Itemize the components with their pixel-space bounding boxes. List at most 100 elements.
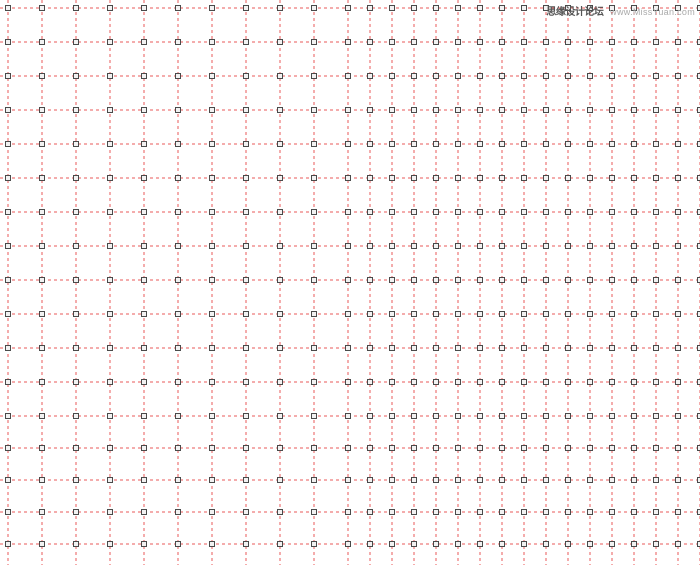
anchor-handle[interactable] xyxy=(500,74,505,79)
anchor-handle[interactable] xyxy=(610,510,615,515)
anchor-handle[interactable] xyxy=(522,542,527,547)
anchor-handle[interactable] xyxy=(632,346,637,351)
anchor-handle[interactable] xyxy=(456,210,461,215)
anchor-handle[interactable] xyxy=(244,210,249,215)
anchor-handle[interactable] xyxy=(176,446,181,451)
anchor-handle[interactable] xyxy=(108,142,113,147)
anchor-handle[interactable] xyxy=(142,478,147,483)
anchor-handle[interactable] xyxy=(390,446,395,451)
anchor-handle[interactable] xyxy=(368,6,373,11)
anchor-handle[interactable] xyxy=(456,244,461,249)
anchor-handle[interactable] xyxy=(456,542,461,547)
anchor-handle[interactable] xyxy=(566,142,571,147)
anchor-handle[interactable] xyxy=(368,414,373,419)
anchor-handle[interactable] xyxy=(368,176,373,181)
anchor-handle[interactable] xyxy=(500,108,505,113)
anchor-handle[interactable] xyxy=(176,40,181,45)
anchor-handle[interactable] xyxy=(632,74,637,79)
anchor-handle[interactable] xyxy=(588,176,593,181)
anchor-handle[interactable] xyxy=(312,478,317,483)
anchor-handle[interactable] xyxy=(588,142,593,147)
anchor-handle[interactable] xyxy=(544,510,549,515)
anchor-handle[interactable] xyxy=(544,40,549,45)
anchor-handle[interactable] xyxy=(456,142,461,147)
anchor-handle[interactable] xyxy=(434,176,439,181)
anchor-handle[interactable] xyxy=(40,244,45,249)
anchor-handle[interactable] xyxy=(434,346,439,351)
anchor-handle[interactable] xyxy=(40,510,45,515)
anchor-handle[interactable] xyxy=(108,210,113,215)
anchor-handle[interactable] xyxy=(368,542,373,547)
anchor-handle[interactable] xyxy=(456,510,461,515)
anchor-handle[interactable] xyxy=(142,510,147,515)
anchor-handle[interactable] xyxy=(566,478,571,483)
anchor-handle[interactable] xyxy=(368,108,373,113)
anchor-handle[interactable] xyxy=(654,142,659,147)
anchor-handle[interactable] xyxy=(566,108,571,113)
anchor-handle[interactable] xyxy=(142,414,147,419)
anchor-handle[interactable] xyxy=(522,414,527,419)
anchor-handle[interactable] xyxy=(632,108,637,113)
anchor-handle[interactable] xyxy=(108,414,113,419)
anchor-handle[interactable] xyxy=(74,176,79,181)
anchor-handle[interactable] xyxy=(278,446,283,451)
anchor-handle[interactable] xyxy=(390,142,395,147)
anchor-handle[interactable] xyxy=(278,478,283,483)
anchor-handle[interactable] xyxy=(278,74,283,79)
anchor-handle[interactable] xyxy=(368,446,373,451)
anchor-handle[interactable] xyxy=(654,446,659,451)
anchor-handle[interactable] xyxy=(244,6,249,11)
anchor-handle[interactable] xyxy=(500,446,505,451)
anchor-handle[interactable] xyxy=(610,414,615,419)
anchor-handle[interactable] xyxy=(676,108,681,113)
anchor-handle[interactable] xyxy=(434,6,439,11)
anchor-handle[interactable] xyxy=(566,446,571,451)
anchor-handle[interactable] xyxy=(544,478,549,483)
anchor-handle[interactable] xyxy=(210,176,215,181)
anchor-handle[interactable] xyxy=(500,278,505,283)
anchor-handle[interactable] xyxy=(346,74,351,79)
perspective-grid-canvas[interactable] xyxy=(0,0,700,565)
anchor-handle[interactable] xyxy=(346,6,351,11)
anchor-handle[interactable] xyxy=(142,346,147,351)
anchor-handle[interactable] xyxy=(588,312,593,317)
anchor-handle[interactable] xyxy=(654,278,659,283)
anchor-handle[interactable] xyxy=(244,446,249,451)
anchor-handle[interactable] xyxy=(6,244,11,249)
anchor-handle[interactable] xyxy=(588,446,593,451)
anchor-handle[interactable] xyxy=(346,346,351,351)
anchor-handle[interactable] xyxy=(676,446,681,451)
anchor-handle[interactable] xyxy=(588,478,593,483)
anchor-handle[interactable] xyxy=(40,414,45,419)
anchor-handle[interactable] xyxy=(500,414,505,419)
anchor-handle[interactable] xyxy=(610,244,615,249)
anchor-handle[interactable] xyxy=(368,510,373,515)
anchor-handle[interactable] xyxy=(390,510,395,515)
anchor-handle[interactable] xyxy=(676,346,681,351)
anchor-handle[interactable] xyxy=(312,108,317,113)
anchor-handle[interactable] xyxy=(610,346,615,351)
anchor-handle[interactable] xyxy=(588,346,593,351)
anchor-handle[interactable] xyxy=(6,210,11,215)
anchor-handle[interactable] xyxy=(412,312,417,317)
anchor-handle[interactable] xyxy=(478,278,483,283)
anchor-handle[interactable] xyxy=(108,40,113,45)
anchor-handle[interactable] xyxy=(6,312,11,317)
anchor-handle[interactable] xyxy=(478,108,483,113)
anchor-handle[interactable] xyxy=(312,312,317,317)
anchor-handle[interactable] xyxy=(74,74,79,79)
anchor-handle[interactable] xyxy=(522,478,527,483)
anchor-handle[interactable] xyxy=(434,40,439,45)
anchor-handle[interactable] xyxy=(412,510,417,515)
anchor-handle[interactable] xyxy=(610,74,615,79)
anchor-handle[interactable] xyxy=(412,244,417,249)
anchor-handle[interactable] xyxy=(588,40,593,45)
anchor-handle[interactable] xyxy=(676,278,681,283)
anchor-handle[interactable] xyxy=(566,312,571,317)
anchor-handle[interactable] xyxy=(676,312,681,317)
anchor-handle[interactable] xyxy=(434,414,439,419)
anchor-handle[interactable] xyxy=(244,510,249,515)
anchor-handle[interactable] xyxy=(40,278,45,283)
anchor-handle[interactable] xyxy=(6,446,11,451)
anchor-handle[interactable] xyxy=(312,6,317,11)
